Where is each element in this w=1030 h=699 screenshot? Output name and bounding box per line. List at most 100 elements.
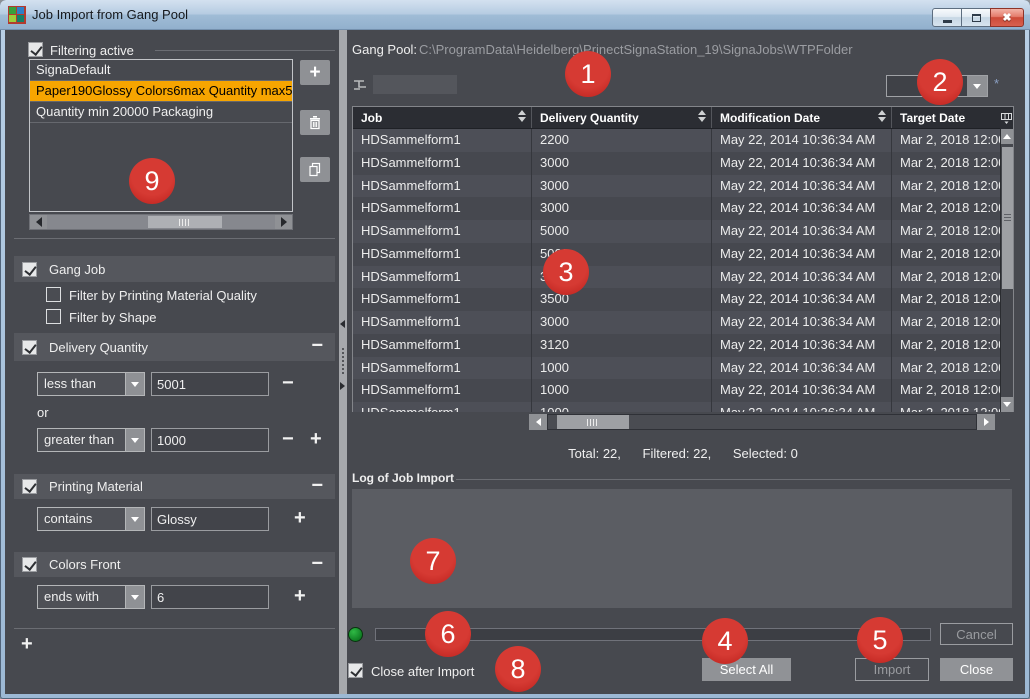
preset-item[interactable]: SignaDefault — [30, 60, 292, 81]
table-row[interactable]: HDSammelform13120May 22, 2014 10:36:34 A… — [353, 334, 1002, 357]
preset-list-scrollbar[interactable] — [29, 214, 293, 230]
dropdown-button[interactable] — [125, 508, 144, 530]
quantity-cell: 5000 — [532, 220, 712, 243]
delivery-quantity-section-header: Delivery Quantity − — [14, 333, 335, 361]
filtered-count: Filtered: 22, — [643, 446, 712, 461]
dropdown-button[interactable] — [125, 373, 144, 395]
dropdown-button[interactable] — [125, 429, 144, 451]
duplicate-preset-button[interactable] — [300, 157, 330, 182]
table-row[interactable]: HDSammelform13000May 22, 2014 10:36:34 A… — [353, 197, 1002, 220]
close-button[interactable]: ✖ — [990, 8, 1024, 27]
scroll-left-button[interactable] — [30, 215, 47, 229]
footnote-asterisk: * — [994, 76, 999, 91]
collapse-section-button[interactable]: − — [311, 476, 323, 494]
filter-by-shape-checkbox[interactable] — [46, 309, 61, 324]
dropdown-button[interactable] — [125, 586, 144, 608]
delivery-quantity-checkbox[interactable] — [22, 340, 37, 355]
group-tree-icon[interactable] — [352, 78, 370, 92]
column-label: Job — [361, 111, 382, 125]
quantity-value-input[interactable] — [151, 372, 269, 396]
scroll-right-button[interactable] — [977, 414, 995, 430]
quantity-operator-select[interactable]: greater than — [37, 428, 145, 452]
minimize-button[interactable] — [932, 8, 962, 27]
table-row[interactable]: HDSammelform11000May 22, 2014 10:36:34 A… — [353, 402, 1002, 412]
table-vertical-scrollbar[interactable] — [1000, 129, 1013, 412]
scroll-down-button[interactable] — [1001, 397, 1013, 412]
add-condition-button[interactable]: + — [294, 509, 306, 527]
add-condition-button[interactable]: + — [294, 587, 306, 605]
import-button[interactable]: Import — [855, 658, 929, 681]
scroll-up-button[interactable] — [1001, 129, 1013, 144]
column-header-job[interactable]: Job — [353, 107, 532, 128]
printing-material-label: Printing Material — [49, 479, 143, 494]
printing-material-checkbox[interactable] — [22, 479, 37, 494]
delete-preset-button[interactable] — [300, 110, 330, 135]
scrollbar-thumb[interactable] — [148, 216, 222, 228]
preset-item[interactable]: Quantity min 20000 Packaging — [30, 102, 292, 123]
table-row[interactable]: HDSammelform11000May 22, 2014 10:36:34 A… — [353, 357, 1002, 380]
annotation-4: 4 — [702, 618, 748, 664]
collapse-section-button[interactable]: − — [311, 554, 323, 572]
colors-operator-select[interactable]: ends with — [37, 585, 145, 609]
cancel-button[interactable]: Cancel — [940, 623, 1013, 645]
plus-icon: + — [309, 62, 320, 84]
table-row[interactable]: HDSammelform13000May 22, 2014 10:36:34 A… — [353, 311, 1002, 334]
table-row[interactable]: HDSammelform13000May 22, 2014 10:36:34 A… — [353, 266, 1002, 289]
column-settings-button[interactable] — [1000, 107, 1013, 129]
maximize-icon — [972, 14, 981, 22]
table-row[interactable]: HDSammelform15000May 22, 2014 10:36:34 A… — [353, 220, 1002, 243]
section-divider — [14, 238, 335, 239]
close-after-import-checkbox[interactable] — [348, 663, 363, 678]
remove-condition-button[interactable]: − — [282, 430, 294, 448]
table-row[interactable]: HDSammelform15000May 22, 2014 10:36:34 A… — [353, 243, 1002, 266]
scroll-left-icon — [536, 418, 541, 426]
table-row[interactable]: HDSammelform13000May 22, 2014 10:36:34 A… — [353, 175, 1002, 198]
preset-item[interactable]: Paper190Glossy Colors6max Quantity max50… — [30, 81, 292, 102]
annotation-3: 3 — [543, 249, 589, 295]
column-header-target-date[interactable]: Target Date — [892, 107, 1002, 128]
table-row[interactable]: HDSammelform13000May 22, 2014 10:36:34 A… — [353, 152, 1002, 175]
filtering-active-checkbox[interactable] — [28, 42, 43, 57]
sort-icon[interactable] — [698, 110, 706, 122]
table-row[interactable]: HDSammelform12200May 22, 2014 10:36:34 A… — [353, 129, 1002, 152]
dropdown-button[interactable] — [967, 76, 987, 96]
add-filter-section-button[interactable]: + — [21, 635, 33, 653]
material-value-input[interactable] — [151, 507, 269, 531]
gang-job-checkbox[interactable] — [22, 262, 37, 277]
scroll-right-button[interactable] — [275, 215, 292, 229]
collapse-section-button[interactable]: − — [311, 337, 323, 355]
modification-date-cell: May 22, 2014 10:36:34 AM — [712, 243, 892, 266]
table-row[interactable]: HDSammelform13500May 22, 2014 10:36:34 A… — [353, 288, 1002, 311]
table-row[interactable]: HDSammelform11000May 22, 2014 10:36:34 A… — [353, 379, 1002, 402]
title-bar[interactable]: Job Import from Gang Pool ✖ — [0, 0, 1030, 30]
scrollbar-thumb[interactable] — [1002, 147, 1013, 289]
quantity-cell: 3000 — [532, 175, 712, 198]
job-cell: HDSammelform1 — [353, 152, 532, 175]
modification-date-cell: May 22, 2014 10:36:34 AM — [712, 334, 892, 357]
column-header-modification-date[interactable]: Modification Date — [712, 107, 892, 128]
colors-value-input[interactable] — [151, 585, 269, 609]
sort-icon[interactable] — [518, 110, 526, 122]
table-horizontal-scrollbar[interactable] — [529, 414, 995, 430]
column-header-delivery-quantity[interactable]: Delivery Quantity — [532, 107, 712, 128]
add-condition-button[interactable]: + — [310, 430, 322, 448]
quantity-value-input[interactable] — [151, 428, 269, 452]
colors-front-checkbox[interactable] — [22, 557, 37, 572]
material-operator-select[interactable]: contains — [37, 507, 145, 531]
maximize-button[interactable] — [961, 8, 991, 27]
printing-material-section-header: Printing Material − — [14, 474, 335, 499]
sort-icon[interactable] — [878, 110, 886, 122]
target-date-cell: Mar 2, 2018 12:00 — [892, 379, 1002, 402]
colors-front-label: Colors Front — [49, 557, 121, 572]
quantity-operator-select[interactable]: less than — [37, 372, 145, 396]
scroll-left-button[interactable] — [529, 414, 547, 430]
remove-condition-button[interactable]: − — [282, 374, 294, 392]
quick-filter-field[interactable] — [373, 75, 457, 94]
annotation-7: 7 — [410, 538, 456, 584]
scrollbar-thumb[interactable] — [557, 415, 629, 429]
add-preset-button[interactable]: + — [300, 60, 330, 85]
gang-job-label: Gang Job — [49, 262, 105, 277]
close-dialog-button[interactable]: Close — [940, 658, 1013, 681]
panel-splitter[interactable] — [339, 30, 347, 694]
filter-by-printing-material-quality-checkbox[interactable] — [46, 287, 61, 302]
